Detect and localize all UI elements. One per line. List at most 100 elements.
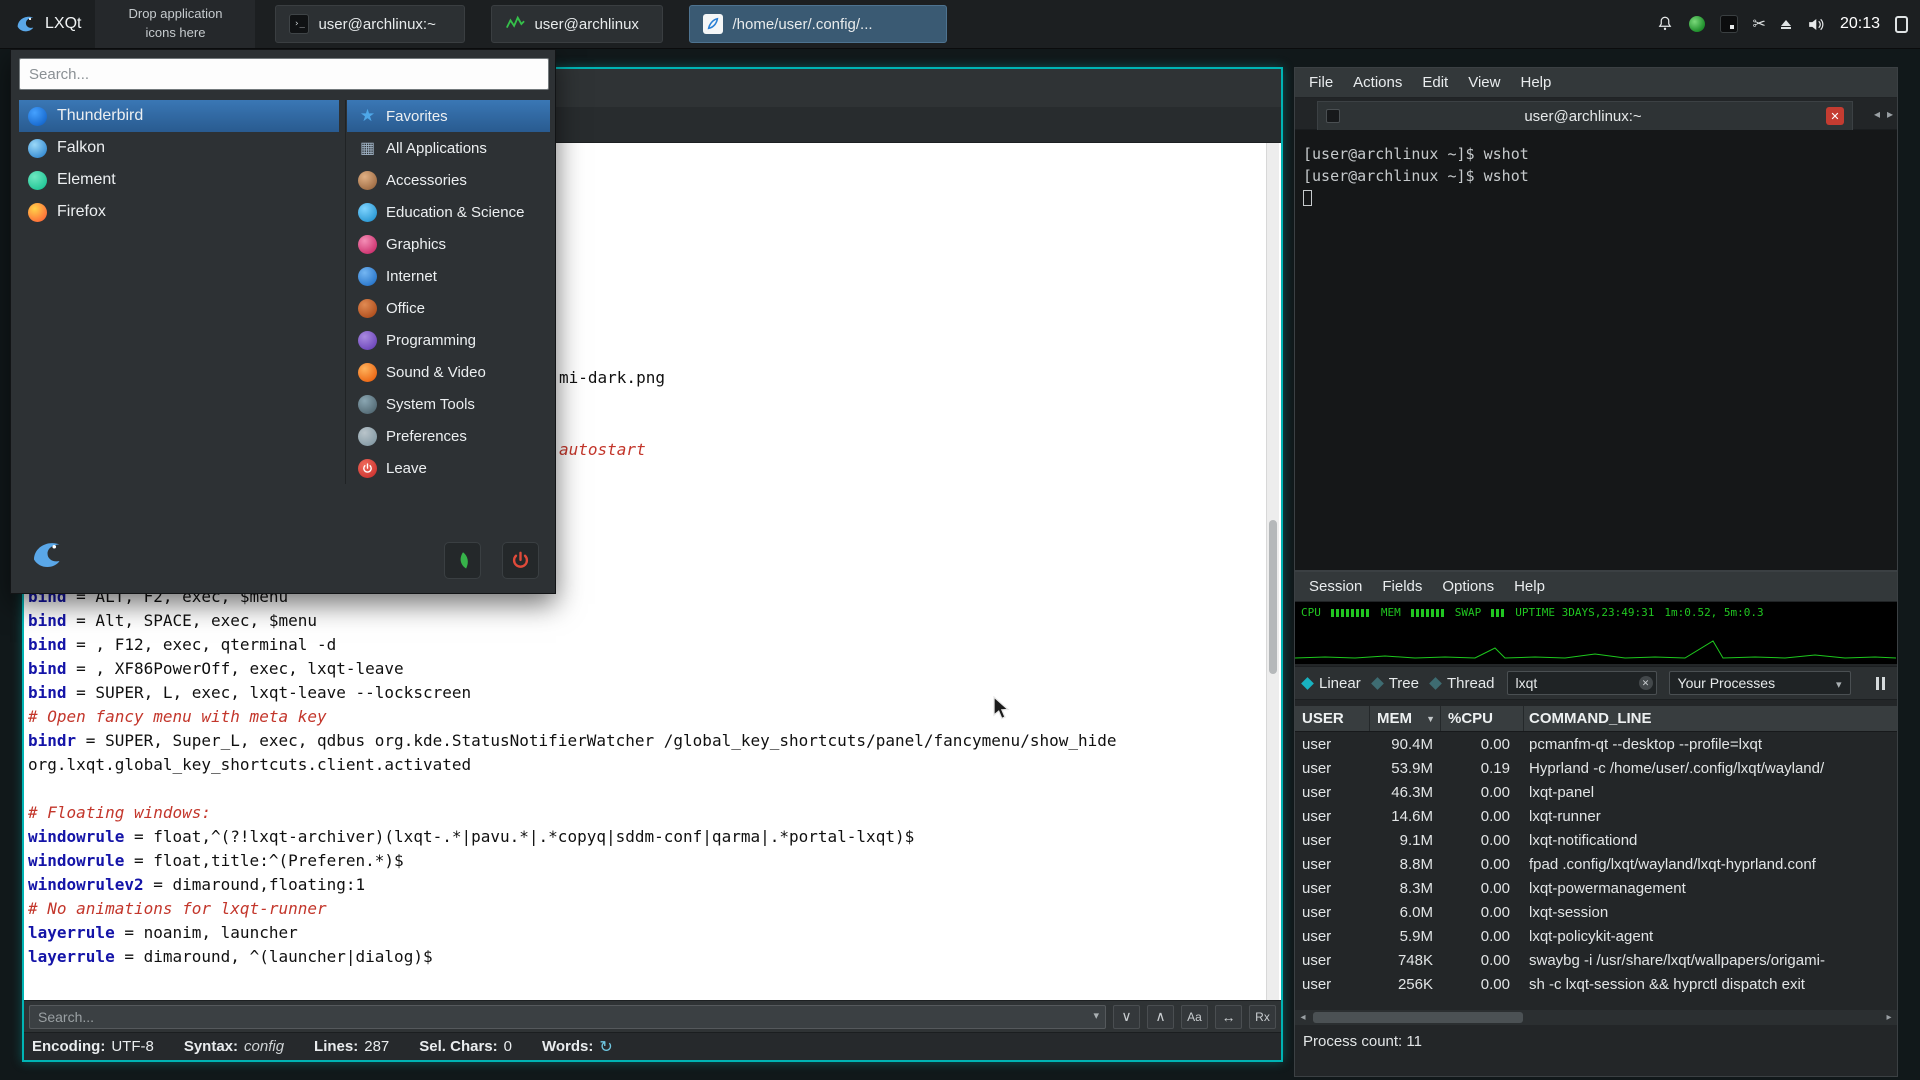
menu-edit[interactable]: Edit [1412,68,1458,97]
view-mode-linear[interactable]: Linear [1303,675,1361,692]
match-case-button[interactable] [1181,1005,1208,1029]
clock[interactable]: 20:13 [1840,15,1880,33]
category-favorites[interactable]: Favorites [347,100,550,132]
graph-labels: CPU MEM SWAP UPTIME 3DAYS,23:49:31 1m:0.… [1301,606,1895,619]
process-row[interactable]: user14.6M0.00lxqt-runner [1295,804,1897,828]
editor-scrollbar[interactable] [1266,143,1279,1000]
sel-chars-value: 0 [504,1038,512,1055]
menu-app-firefox[interactable]: Firefox [19,196,339,228]
process-row[interactable]: user5.9M0.00lxqt-policykit-agent [1295,924,1897,948]
chevron-down-icon [1836,675,1842,691]
menu-help[interactable]: Help [1510,68,1561,97]
process-cell-cpu: 0.00 [1441,832,1524,849]
menu-file[interactable]: File [1299,68,1343,97]
category-education[interactable]: Education & Science [347,196,550,228]
code-line: bind = , F12, exec, qterminal -d [28,633,1268,657]
menu-fields[interactable]: Fields [1372,572,1432,601]
menu-search-input[interactable] [19,58,549,90]
mem-label: MEM [1381,606,1401,619]
removable-media-icon[interactable] [1781,20,1791,29]
column-user[interactable]: USER [1295,706,1370,731]
refresh-icon[interactable] [599,1037,612,1057]
category-system-tools[interactable]: System Tools [347,388,550,420]
leave-power-icon [358,459,377,478]
find-prev-button[interactable] [1147,1005,1174,1029]
programming-icon [358,331,377,350]
tab-close-button[interactable] [1826,107,1844,125]
network-status-icon[interactable] [1689,16,1705,32]
code-fragment-autostart: autostart [559,440,646,459]
scroll-left-icon[interactable] [1295,1012,1311,1023]
lock-screen-button[interactable] [444,542,481,579]
code-line: windowrule = float,^(?!lxqt-archiver)(lx… [28,825,1268,849]
task-featherpad[interactable]: /home/user/.config/... [689,5,947,43]
category-graphics[interactable]: Graphics [347,228,550,260]
menu-help[interactable]: Help [1504,572,1555,601]
tab-scroll-right-icon[interactable] [1887,107,1893,121]
code-line: bindr = SUPER, Super_L, exec, qdbus org.… [28,729,1268,753]
menu-app-element[interactable]: Element [19,164,339,196]
process-filter-input[interactable] [1507,671,1657,695]
process-row[interactable]: user53.9M0.19Hyprland -c /home/user/.con… [1295,756,1897,780]
menu-options[interactable]: Options [1432,572,1504,601]
qps-horizontal-scrollbar[interactable] [1295,1010,1897,1025]
task-qterminal[interactable]: user@archlinux:~ [275,5,465,43]
view-mode-tree[interactable]: Tree [1373,675,1419,692]
category-programming[interactable]: Programming [347,324,550,356]
clear-filter-icon[interactable] [1639,676,1653,690]
process-row[interactable]: user9.1M0.00lxqt-notificationd [1295,828,1897,852]
scrollbar-thumb[interactable] [1313,1012,1523,1023]
process-cell-cmd: fpad .config/lxqt/wayland/lxqt-hyprland.… [1524,856,1897,873]
category-sound-video[interactable]: Sound & Video [347,356,550,388]
menu-session[interactable]: Session [1299,572,1372,601]
terminal-tab[interactable]: user@archlinux:~ [1317,101,1853,130]
process-row[interactable]: user748K0.00swaybg -i /usr/share/lxqt/wa… [1295,948,1897,972]
column-cpu[interactable]: %CPU [1441,706,1524,731]
process-scope-dropdown[interactable]: Your Processes [1669,671,1851,695]
regex-button[interactable] [1249,1005,1276,1029]
category-preferences[interactable]: Preferences [347,420,550,452]
scroll-right-icon[interactable] [1881,1012,1897,1023]
column-command-line[interactable]: COMMAND_LINE [1524,706,1897,731]
display-icon[interactable] [1895,16,1908,33]
quicklaunch-drop-area[interactable]: Drop application icons here [95,0,255,48]
terminal-output[interactable]: [user@archlinux ~]$ wshot [user@archlinu… [1295,131,1897,570]
load-label: 1m:0.52, 5m:0.3 [1664,606,1763,619]
power-button[interactable] [502,542,539,579]
category-all-applications[interactable]: All Applications [347,132,550,164]
category-internet[interactable]: Internet [347,260,550,292]
category-leave[interactable]: Leave [347,452,550,484]
whole-word-button[interactable] [1215,1005,1242,1029]
find-next-button[interactable] [1113,1005,1140,1029]
screenshot-tool-icon[interactable] [1753,14,1766,34]
element-icon [28,171,47,190]
column-label: MEM [1377,710,1412,727]
menu-app-falkon[interactable]: Falkon [19,132,339,164]
notification-bell-icon[interactable] [1656,15,1674,33]
task-qps[interactable]: user@archlinux [491,5,663,43]
main-menu-button[interactable]: LXQt [0,0,95,48]
menu-app-thunderbird[interactable]: Thunderbird [19,100,339,132]
category-office[interactable]: Office [347,292,550,324]
process-row[interactable]: user90.4M0.00pcmanfm-qt --desktop --prof… [1295,732,1897,756]
pause-button[interactable] [1876,677,1889,690]
scrollbar-track[interactable] [1311,1010,1881,1025]
process-row[interactable]: user8.8M0.00fpad .config/lxqt/wayland/lx… [1295,852,1897,876]
editor-search-input[interactable] [29,1005,1106,1029]
menu-lxqt-logo-button[interactable] [25,534,67,576]
column-mem[interactable]: MEM [1370,706,1441,731]
tab-scroll-left-icon[interactable] [1874,107,1880,121]
menu-view[interactable]: View [1458,68,1510,97]
process-row[interactable]: user256K0.00sh -c lxqt-session && hyprct… [1295,972,1897,996]
process-row[interactable]: user8.3M0.00lxqt-powermanagement [1295,876,1897,900]
view-mode-thread[interactable]: Thread [1431,675,1495,692]
category-accessories[interactable]: Accessories [347,164,550,196]
process-row[interactable]: user46.3M0.00lxqt-panel [1295,780,1897,804]
scrollbar-thumb[interactable] [1269,520,1277,674]
menu-actions[interactable]: Actions [1343,68,1412,97]
search-history-arrow-icon[interactable] [1093,1009,1099,1022]
clipboard-icon[interactable] [1720,15,1738,33]
category-list: Favorites All Applications Accessories E… [345,100,550,484]
process-row[interactable]: user6.0M0.00lxqt-session [1295,900,1897,924]
volume-icon[interactable] [1806,15,1825,34]
